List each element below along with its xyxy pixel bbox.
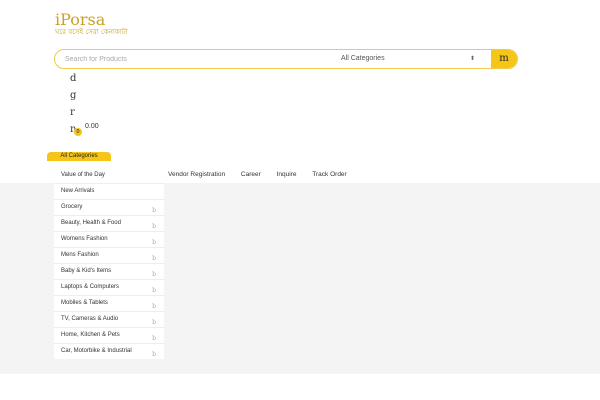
cart-count-badge: 0	[74, 128, 82, 136]
chevron-right-icon: b	[152, 351, 156, 358]
compare-icon[interactable]: g	[70, 87, 76, 104]
category-item-baby-kids[interactable]: Baby & Kid's Items b	[54, 264, 164, 280]
category-item-womens-fashion[interactable]: Womens Fashion b	[54, 232, 164, 248]
category-item-new-arrivals[interactable]: New Arrivals	[54, 184, 164, 200]
category-item-home-kitchen-pets[interactable]: Home, Kitchen & Pets b	[54, 328, 164, 344]
category-label: Baby & Kid's Items	[61, 268, 112, 274]
category-menu: Value of the Day New Arrivals Grocery b B…	[54, 168, 164, 359]
nav-career[interactable]: Career	[241, 171, 261, 178]
search-bar: All Categories ⬍ m	[54, 49, 518, 69]
category-select-value: All Categories	[341, 55, 385, 62]
category-item-car-motorbike-industrial[interactable]: Car, Motorbike & Industrial b	[54, 344, 164, 359]
category-item-grocery[interactable]: Grocery b	[54, 200, 164, 216]
search-input[interactable]	[65, 50, 325, 68]
category-item-beauty-health-food[interactable]: Beauty, Health & Food b	[54, 216, 164, 232]
account-icon[interactable]: d	[70, 70, 76, 87]
logo[interactable]: iPorsa ঘরে বসেই সেরা কেনাকাটা	[55, 12, 128, 37]
all-categories-tab[interactable]: All Categories	[47, 152, 111, 161]
category-label: Car, Motorbike & Industrial	[61, 348, 132, 354]
category-label: Beauty, Health & Food	[61, 220, 121, 226]
category-label: Value of the Day	[61, 172, 105, 178]
category-item-mobiles-tablets[interactable]: Mobiles & Tablets b	[54, 296, 164, 312]
logo-title: iPorsa	[55, 10, 106, 29]
search-button[interactable]: m	[491, 50, 517, 68]
category-item-tv-cameras-audio[interactable]: TV, Cameras & Audio b	[54, 312, 164, 328]
category-item-value-of-the-day[interactable]: Value of the Day	[54, 168, 164, 184]
nav-inquire[interactable]: Inquire	[277, 171, 297, 178]
category-label: Home, Kitchen & Pets	[61, 332, 120, 338]
top-navigation: Vendor Registration Career Inquire Track…	[168, 171, 361, 178]
category-label: Mobiles & Tablets	[61, 300, 108, 306]
category-label: Womens Fashion	[61, 236, 108, 242]
cart-total[interactable]: 0.00	[85, 123, 99, 130]
logo-subtitle: ঘরে বসেই সেরা কেনাকাটা	[55, 28, 128, 36]
category-label: TV, Cameras & Audio	[61, 316, 119, 322]
category-label: New Arrivals	[61, 188, 95, 194]
wishlist-icon[interactable]: r	[70, 104, 76, 121]
category-label: Mens Fashion	[61, 252, 99, 258]
category-label: Grocery	[61, 204, 83, 210]
nav-vendor-registration[interactable]: Vendor Registration	[168, 171, 225, 178]
category-label: Laptops & Computers	[61, 284, 120, 290]
category-select[interactable]: All Categories ⬍	[341, 50, 481, 68]
updown-chevron-icon: ⬍	[469, 56, 475, 62]
category-item-laptops-computers[interactable]: Laptops & Computers b	[54, 280, 164, 296]
category-item-mens-fashion[interactable]: Mens Fashion b	[54, 248, 164, 264]
nav-track-order[interactable]: Track Order	[312, 171, 346, 178]
